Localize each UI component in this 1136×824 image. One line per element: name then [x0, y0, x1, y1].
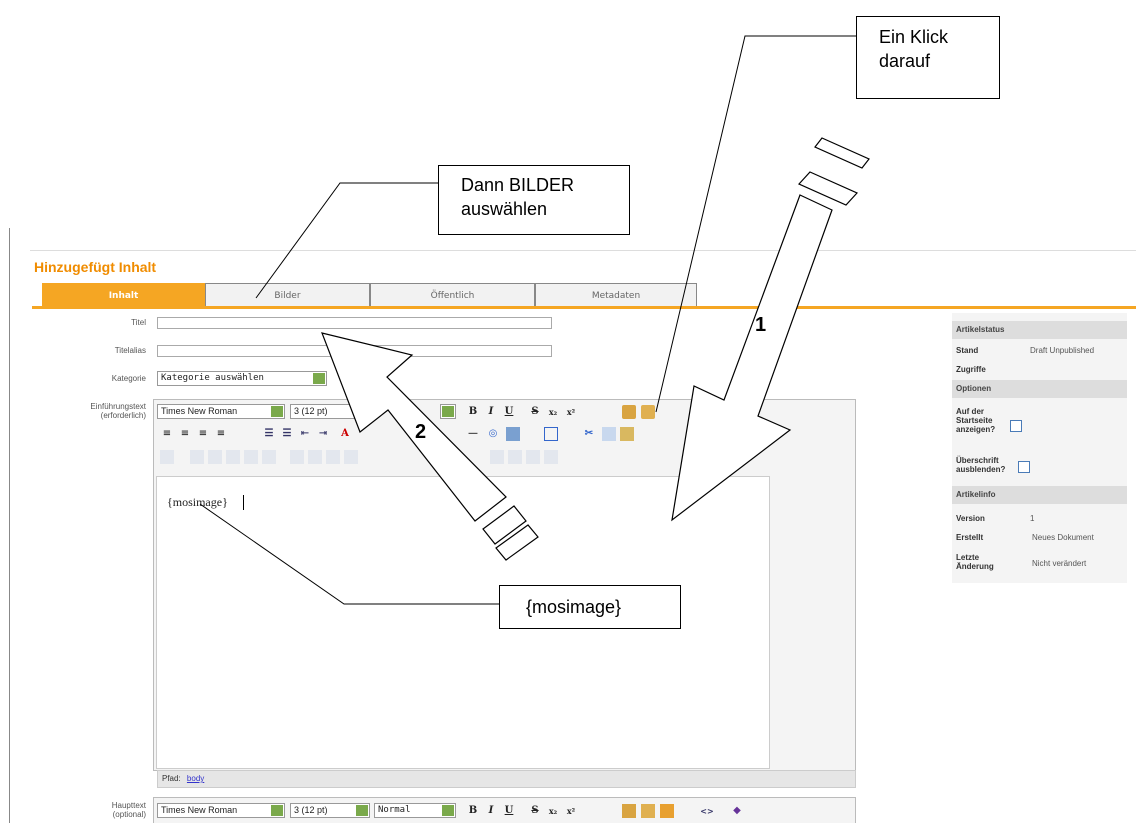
callout-click-line1: Ein Klick	[879, 27, 949, 47]
annotation-overlay	[199, 35, 870, 605]
callout-bilder-line2: auswählen	[461, 199, 548, 219]
callout-bilder: Dann BILDER auswählen	[438, 165, 630, 235]
arrow-step-1	[671, 137, 870, 522]
leader-line-bilder	[255, 182, 438, 299]
arrow-step-2	[321, 332, 539, 561]
step-number-1: 1	[755, 314, 767, 336]
leader-line-mosimage	[199, 503, 499, 605]
callout-click-line2: darauf	[879, 51, 931, 71]
callout-click: Ein Klick darauf	[856, 16, 1000, 99]
callout-mosimage: {mosimage}	[499, 585, 681, 629]
step-number-2: 2	[415, 421, 427, 443]
callout-bilder-line1: Dann BILDER	[461, 175, 575, 195]
